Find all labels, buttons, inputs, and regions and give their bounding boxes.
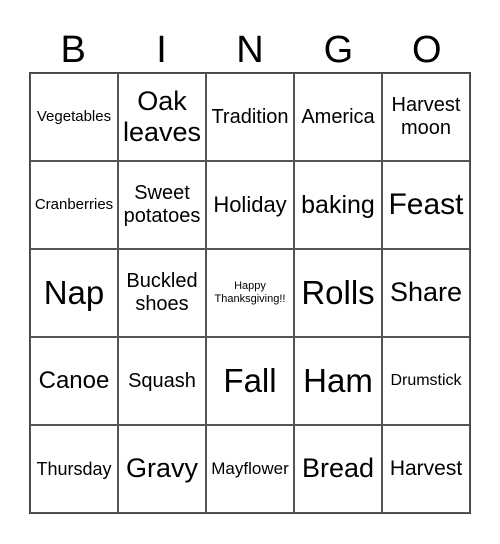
bingo-cell[interactable]: baking [294,161,382,249]
bingo-cell[interactable]: Squash [118,337,206,425]
bingo-cell[interactable]: Thursday [30,425,118,513]
header-letter-b: B [60,29,86,71]
header-letter-i: I [156,29,167,71]
bingo-cell[interactable]: Nap [30,249,118,337]
header-letter-o: O [411,29,442,71]
bingo-cell[interactable]: Rolls [294,249,382,337]
bingo-cell[interactable]: Vegetables [30,73,118,161]
bingo-cell[interactable]: Gravy [118,425,206,513]
bingo-cell[interactable]: Harvest moon [382,73,470,161]
bingo-cell[interactable]: Harvest [382,425,470,513]
bingo-cell[interactable]: Sweet potatoes [118,161,206,249]
bingo-cell[interactable]: Buckled shoes [118,249,206,337]
bingo-cell[interactable]: Canoe [30,337,118,425]
header-letter-g: G [323,29,354,71]
bingo-cell[interactable]: Cranberries [30,161,118,249]
bingo-cell[interactable]: Oak leaves [118,73,206,161]
bingo-cell[interactable]: Tradition [206,73,294,161]
bingo-card: Vegetables Oak leaves Tradition America … [29,72,471,514]
bingo-cell[interactable]: Mayflower [206,425,294,513]
bingo-cell[interactable]: Ham [294,337,382,425]
header-letter-n: N [236,29,264,71]
bingo-cell[interactable]: Bread [294,425,382,513]
bingo-cell[interactable]: Holiday [206,161,294,249]
free-space-cell[interactable]: Happy Thanksgiving!! [206,249,294,337]
bingo-cell[interactable]: Feast [382,161,470,249]
bingo-header: B I N G O [29,28,471,72]
bingo-cell[interactable]: Drumstick [382,337,470,425]
bingo-cell[interactable]: Fall [206,337,294,425]
bingo-cell[interactable]: America [294,73,382,161]
bingo-cell[interactable]: Share [382,249,470,337]
